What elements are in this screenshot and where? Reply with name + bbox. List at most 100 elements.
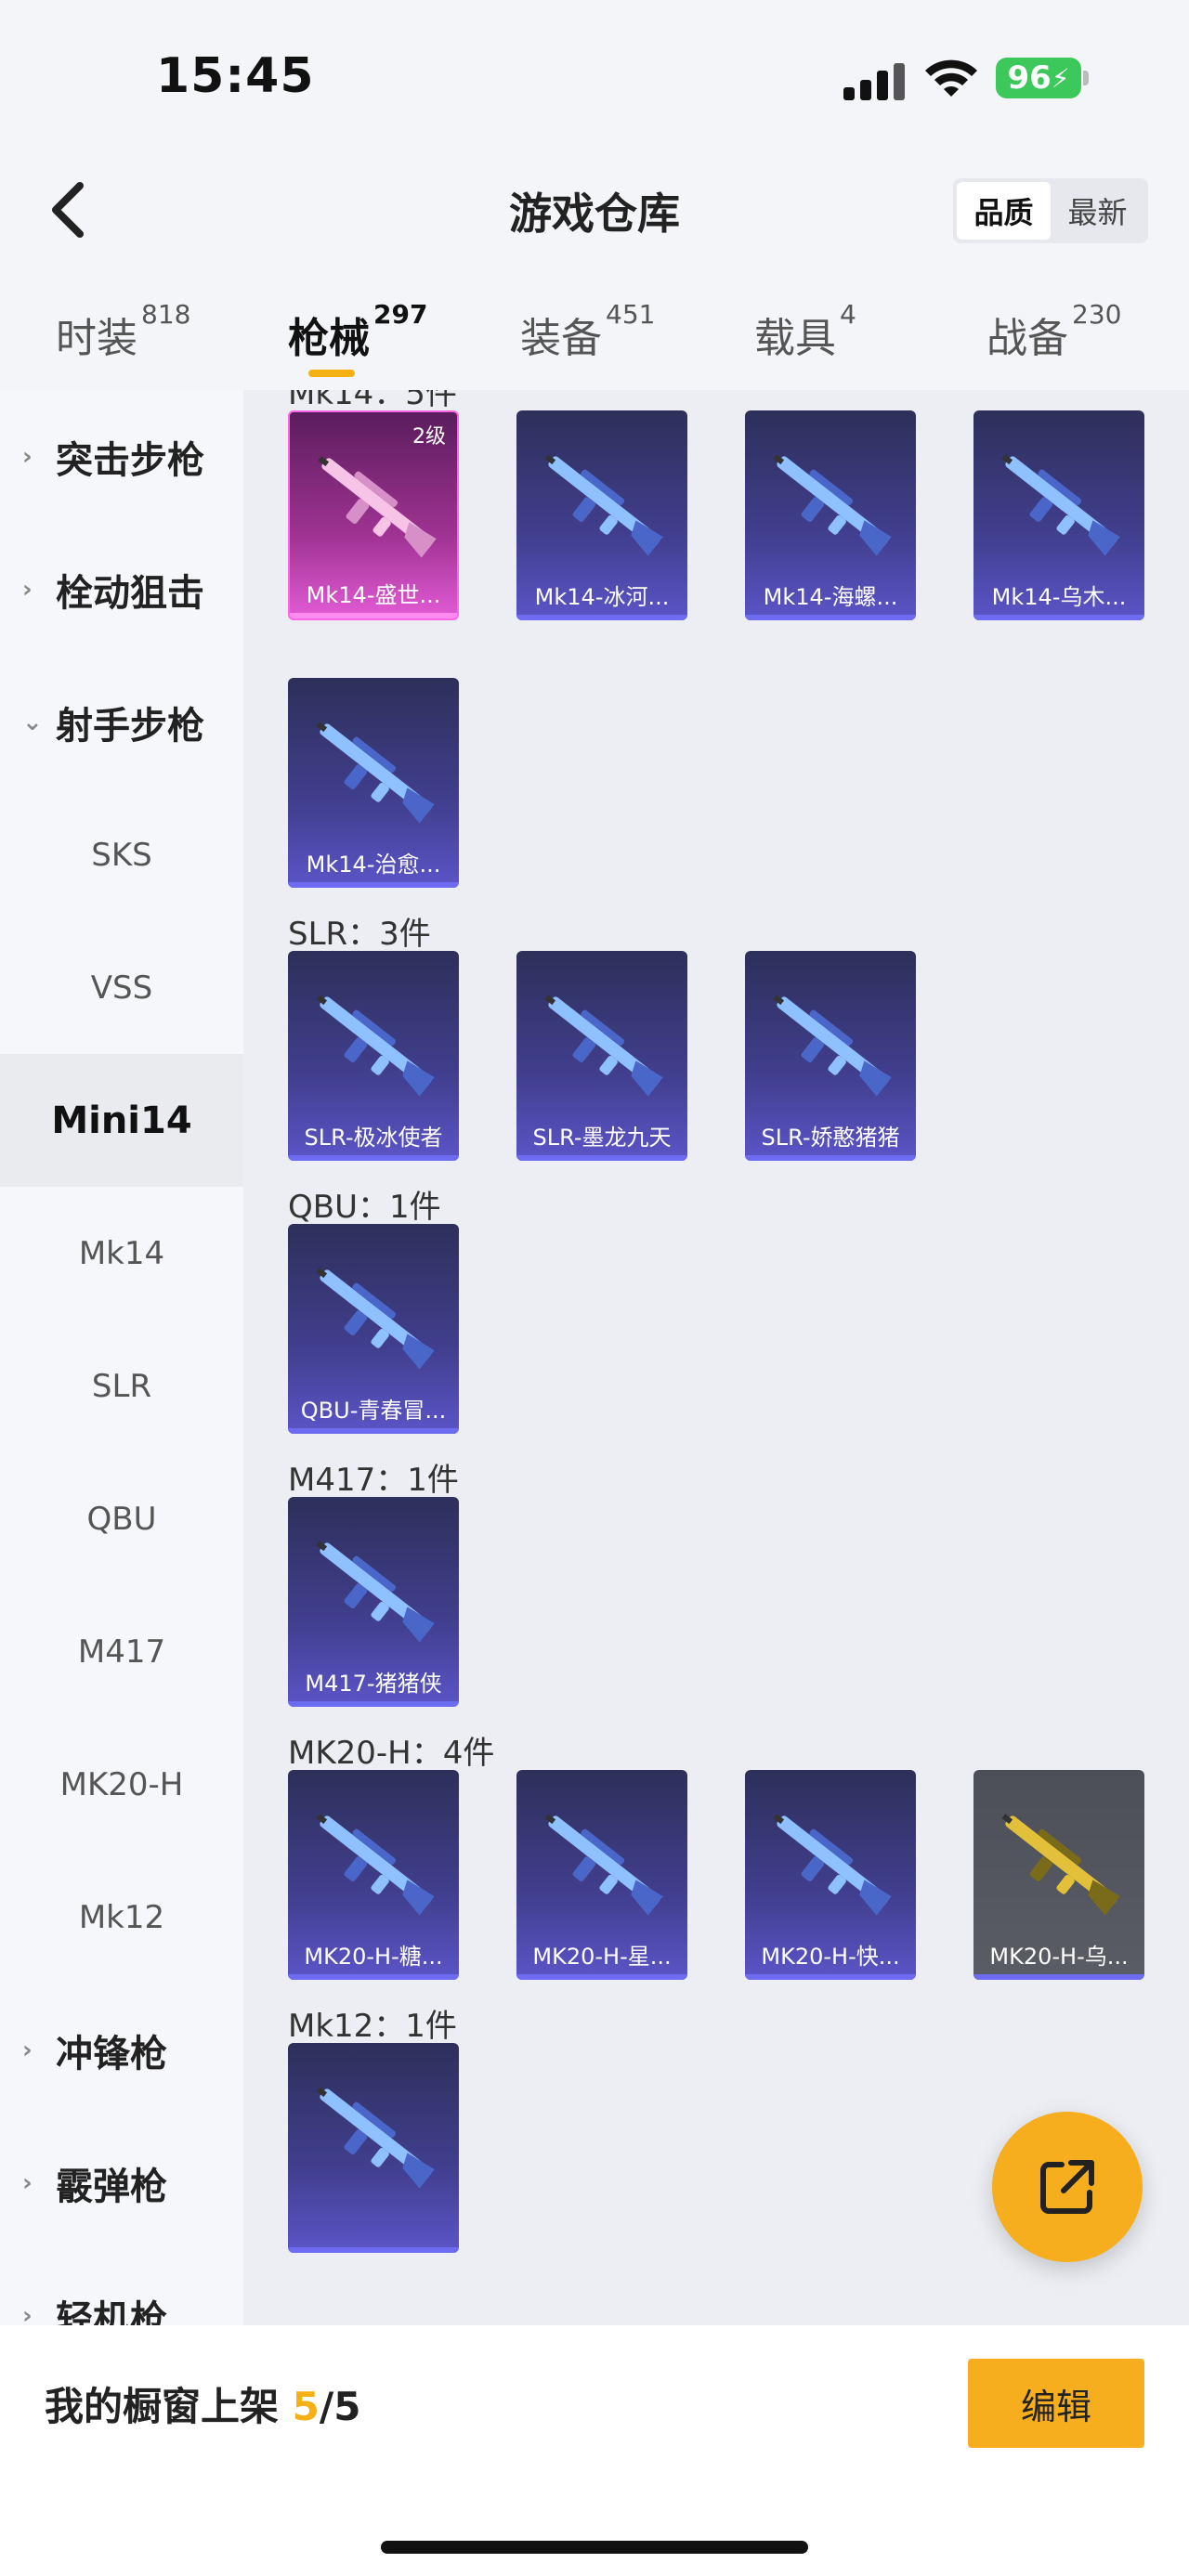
weapon-skin-tile[interactable]: MK20-H-乌... bbox=[973, 1770, 1144, 1980]
tab-label: 装备 bbox=[520, 315, 602, 362]
sidebar-item-vss[interactable]: VSS bbox=[0, 921, 243, 1054]
rifle-icon bbox=[1001, 454, 1120, 556]
sort-toggle: 品质 最新 bbox=[953, 178, 1148, 243]
tile-rarity-bar bbox=[516, 1155, 687, 1161]
chevron-right-icon: › bbox=[22, 575, 33, 604]
status-bar: 15:45 96 ⚡ bbox=[0, 0, 1189, 149]
weapon-skin-tile[interactable]: 2级 Mk14-盛世... bbox=[288, 410, 459, 620]
header: 游戏仓库 品质 最新 bbox=[0, 149, 1189, 271]
tile-name: SLR-娇憨猪猪 bbox=[761, 1125, 900, 1151]
tab-label: 载具 bbox=[754, 315, 836, 362]
weapon-skin-tile[interactable]: Mk14-治愈... bbox=[288, 678, 459, 888]
weapon-category-sidebar: › 突击步枪 › 栓动狙击 ⌄ 射手步枪 SKS VSS Mini14 Mk14 SL… bbox=[0, 390, 243, 2325]
tile-name: MK20-H-星... bbox=[532, 1944, 672, 1970]
weapon-skin-tile[interactable]: MK20-H-星... bbox=[516, 1770, 687, 1980]
sidebar-group-label: 霰弹枪 bbox=[56, 2165, 167, 2208]
tile-rarity-bar bbox=[288, 882, 459, 888]
tab-count: 230 bbox=[1072, 299, 1122, 330]
weapon-grid: Mk14：5件 2级 Mk14-盛世... Mk14-冰河... Mk14-海螺... M… bbox=[243, 390, 1189, 2325]
sidebar-item-mk20h[interactable]: MK20-H bbox=[0, 1718, 243, 1851]
rifle-icon bbox=[316, 722, 435, 824]
tile-rarity-bar bbox=[288, 1701, 459, 1707]
tab-vehicles[interactable]: 载具4 bbox=[754, 299, 856, 364]
weapon-skin-tile[interactable]: Mk14-乌木... bbox=[973, 410, 1144, 620]
sidebar-item-m417[interactable]: M417 bbox=[0, 1585, 243, 1718]
rifle-icon bbox=[773, 454, 892, 556]
weapon-skin-tile[interactable]: Mk14-海螺... bbox=[745, 410, 916, 620]
rifle-icon bbox=[316, 1541, 435, 1643]
weapon-skin-tile[interactable] bbox=[288, 2043, 459, 2253]
battery-tip bbox=[1083, 71, 1089, 85]
tile-rarity-bar bbox=[516, 615, 687, 620]
section-title: SLR：3件 bbox=[288, 916, 431, 953]
rifle-icon bbox=[773, 1814, 892, 1916]
tab-label: 枪械 bbox=[288, 315, 370, 362]
weapon-skin-tile[interactable]: QBU-青春冒... bbox=[288, 1224, 459, 1434]
chevron-right-icon: › bbox=[22, 2301, 33, 2326]
section-title: QBU：1件 bbox=[288, 1189, 441, 1226]
tile-name: MK20-H-快... bbox=[761, 1944, 900, 1970]
tile-rarity-bar bbox=[288, 1428, 459, 1434]
tab-weapons[interactable]: 枪械297 bbox=[288, 299, 427, 364]
tile-rarity-bar bbox=[516, 1974, 687, 1980]
sidebar-item-qbu[interactable]: QBU bbox=[0, 1452, 243, 1585]
rifle-icon bbox=[318, 456, 437, 558]
showcase-current: 5 bbox=[292, 2384, 320, 2429]
tile-name: QBU-青春冒... bbox=[300, 1398, 447, 1424]
tile-rarity-bar bbox=[288, 2247, 459, 2253]
rifle-icon bbox=[316, 1268, 435, 1370]
battery-level: 96 bbox=[1007, 59, 1052, 97]
sidebar-group-bolt-action[interactable]: › 栓动狙击 bbox=[0, 523, 243, 656]
section-title: Mk12：1件 bbox=[288, 2008, 457, 2045]
sidebar-item-sks[interactable]: SKS bbox=[0, 788, 243, 921]
battery-icon: 96 ⚡ bbox=[996, 58, 1081, 98]
edit-button[interactable]: 编辑 bbox=[968, 2359, 1144, 2448]
rifle-icon bbox=[316, 995, 435, 1097]
tab-equipment[interactable]: 装备451 bbox=[520, 299, 655, 364]
share-button[interactable] bbox=[992, 2112, 1143, 2262]
sort-by-newest-button[interactable]: 最新 bbox=[1051, 182, 1144, 240]
tab-count: 451 bbox=[606, 299, 656, 330]
tab-label: 时装 bbox=[56, 315, 137, 362]
sidebar-group-assault-rifles[interactable]: › 突击步枪 bbox=[0, 390, 243, 523]
sidebar-item-mk12[interactable]: Mk12 bbox=[0, 1851, 243, 1984]
chevron-down-icon: ⌄ bbox=[22, 708, 43, 736]
sidebar-item-mini14[interactable]: Mini14 bbox=[0, 1054, 243, 1187]
status-time: 15:45 bbox=[156, 48, 315, 104]
sidebar-item-slr[interactable]: SLR bbox=[0, 1320, 243, 1452]
showcase-status: 我的橱窗上架 5/5 bbox=[45, 2375, 360, 2432]
rifle-icon bbox=[1001, 1814, 1120, 1916]
sort-by-quality-button[interactable]: 品质 bbox=[957, 182, 1051, 240]
tile-rarity-bar bbox=[973, 1974, 1144, 1980]
sidebar-group-label: 栓动狙击 bbox=[56, 571, 204, 615]
tab-fashion[interactable]: 时装818 bbox=[56, 299, 190, 364]
tab-count: 297 bbox=[373, 299, 428, 330]
showcase-total: /5 bbox=[319, 2384, 361, 2429]
share-icon bbox=[1040, 2160, 1094, 2214]
tile-rarity-bar bbox=[745, 1155, 916, 1161]
weapon-skin-tile[interactable]: MK20-H-快... bbox=[745, 1770, 916, 1980]
weapon-skin-tile[interactable]: SLR-墨龙九天 bbox=[516, 951, 687, 1161]
tile-name: M417-猪猪侠 bbox=[305, 1671, 442, 1697]
weapon-skin-tile[interactable]: SLR-极冰使者 bbox=[288, 951, 459, 1161]
sidebar-group-lmg[interactable]: › 轻机枪 bbox=[0, 2249, 243, 2326]
weapon-skin-tile[interactable]: M417-猪猪侠 bbox=[288, 1497, 459, 1707]
tile-level: 2级 bbox=[412, 425, 446, 449]
sidebar-group-marksman-rifles[interactable]: ⌄ 射手步枪 bbox=[0, 656, 243, 788]
showcase-label: 我的橱窗上架 bbox=[45, 2384, 280, 2429]
tab-battle-prep[interactable]: 战备230 bbox=[986, 299, 1121, 364]
weapon-skin-tile[interactable]: MK20-H-糖... bbox=[288, 1770, 459, 1980]
sidebar-group-shotgun[interactable]: › 霰弹枪 bbox=[0, 2116, 243, 2249]
sidebar-group-smg[interactable]: › 冲锋枪 bbox=[0, 1984, 243, 2116]
tile-name: SLR-墨龙九天 bbox=[532, 1125, 672, 1151]
tile-name: MK20-H-乌... bbox=[989, 1944, 1129, 1970]
weapon-skin-tile[interactable]: SLR-娇憨猪猪 bbox=[745, 951, 916, 1161]
tile-rarity-bar bbox=[745, 1974, 916, 1980]
cellular-signal-icon bbox=[843, 59, 907, 100]
sidebar-group-label: 冲锋枪 bbox=[56, 2032, 167, 2075]
tile-name: Mk14-冰河... bbox=[534, 584, 670, 610]
sidebar-item-mk14[interactable]: Mk14 bbox=[0, 1187, 243, 1320]
weapon-skin-tile[interactable]: Mk14-冰河... bbox=[516, 410, 687, 620]
tile-name: SLR-极冰使者 bbox=[304, 1125, 443, 1151]
section-title: M417：1件 bbox=[288, 1462, 459, 1499]
